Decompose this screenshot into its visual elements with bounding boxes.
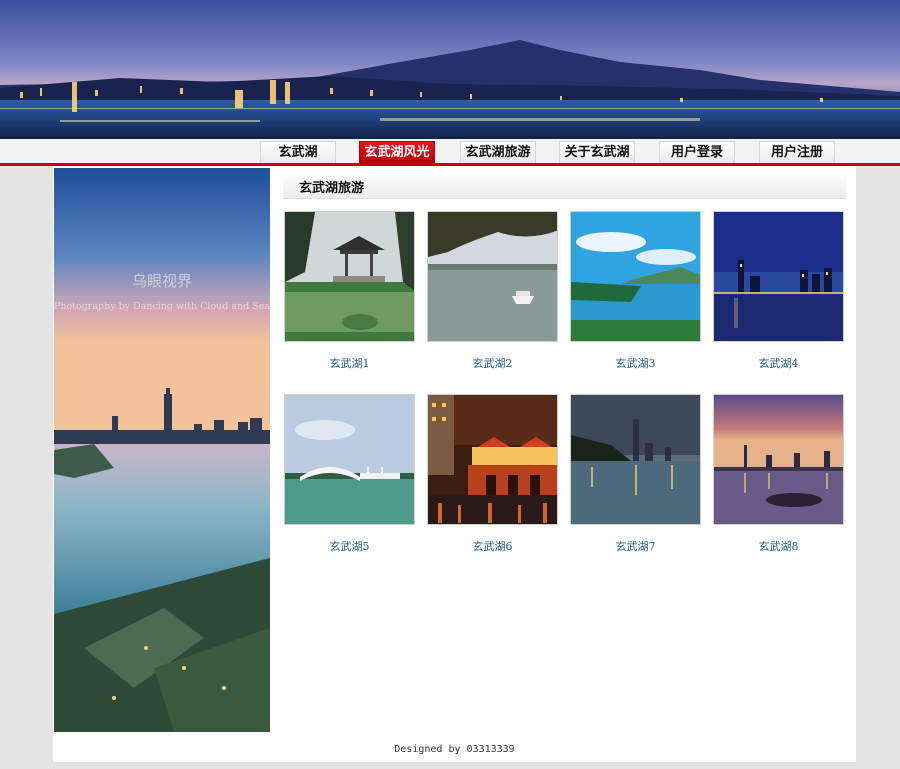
nav-item-register[interactable]: 用户注册 (759, 141, 835, 163)
nav-item-login[interactable]: 用户登录 (659, 141, 735, 163)
gallery-caption-1[interactable]: 玄武湖1 (284, 355, 415, 371)
gallery-caption-4[interactable]: 玄武湖4 (713, 355, 844, 371)
main-nav: 玄武湖 玄武湖风光 玄武湖旅游 关于玄武湖 用户登录 用户注册 (0, 139, 900, 166)
footer-credit: Designed by 03313339 (394, 744, 515, 755)
side-lake-image: 乌眼视界 Photography by Dancing with Cloud a… (54, 168, 270, 732)
gallery-caption-6[interactable]: 玄武湖6 (427, 538, 558, 554)
gallery-caption-2[interactable]: 玄武湖2 (427, 355, 558, 371)
side-watermark-title: 乌眼视界 (132, 272, 192, 290)
gallery-caption-8[interactable]: 玄武湖8 (713, 538, 844, 554)
gate-tower-night-photo (428, 395, 557, 524)
side-watermark-subtitle: Photography by Dancing with Cloud and Se… (54, 301, 270, 312)
purple-dusk-skyline-photo (714, 395, 843, 524)
gallery-thumb-3[interactable] (570, 211, 701, 342)
gallery-thumb-2[interactable] (427, 211, 558, 342)
side-photo: 乌眼视界 Photography by Dancing with Cloud a… (54, 168, 270, 732)
nav-item-about[interactable]: 关于玄武湖 (559, 141, 635, 163)
nav-item-travel[interactable]: 玄武湖旅游 (460, 141, 536, 163)
lake-boat-photo (428, 212, 557, 341)
nav-item-home[interactable]: 玄武湖 (260, 141, 336, 163)
arch-bridge-photo (285, 395, 414, 524)
pavilion-photo (285, 212, 414, 341)
header-banner (0, 0, 900, 139)
nav-item-scenery[interactable]: 玄武湖风光 (359, 141, 435, 163)
gallery-thumb-4[interactable] (713, 211, 844, 342)
gallery-thumb-8[interactable] (713, 394, 844, 525)
content-header: 玄武湖旅游 (283, 172, 846, 199)
island-photo (571, 212, 700, 341)
gallery-thumb-1[interactable] (284, 211, 415, 342)
gallery-caption-7[interactable]: 玄武湖7 (570, 538, 701, 554)
section-title: 玄武湖旅游 (299, 181, 365, 196)
gallery-thumb-5[interactable] (284, 394, 415, 525)
banner-landscape-image (0, 0, 900, 139)
dusk-lake-photo (571, 395, 700, 524)
main-container: 乌眼视界 Photography by Dancing with Cloud a… (53, 166, 856, 762)
gallery-caption-3[interactable]: 玄武湖3 (570, 355, 701, 371)
gallery-thumb-7[interactable] (570, 394, 701, 525)
gallery-thumb-6[interactable] (427, 394, 558, 525)
night-skyline-photo (714, 212, 843, 341)
gallery-caption-5[interactable]: 玄武湖5 (284, 538, 415, 554)
